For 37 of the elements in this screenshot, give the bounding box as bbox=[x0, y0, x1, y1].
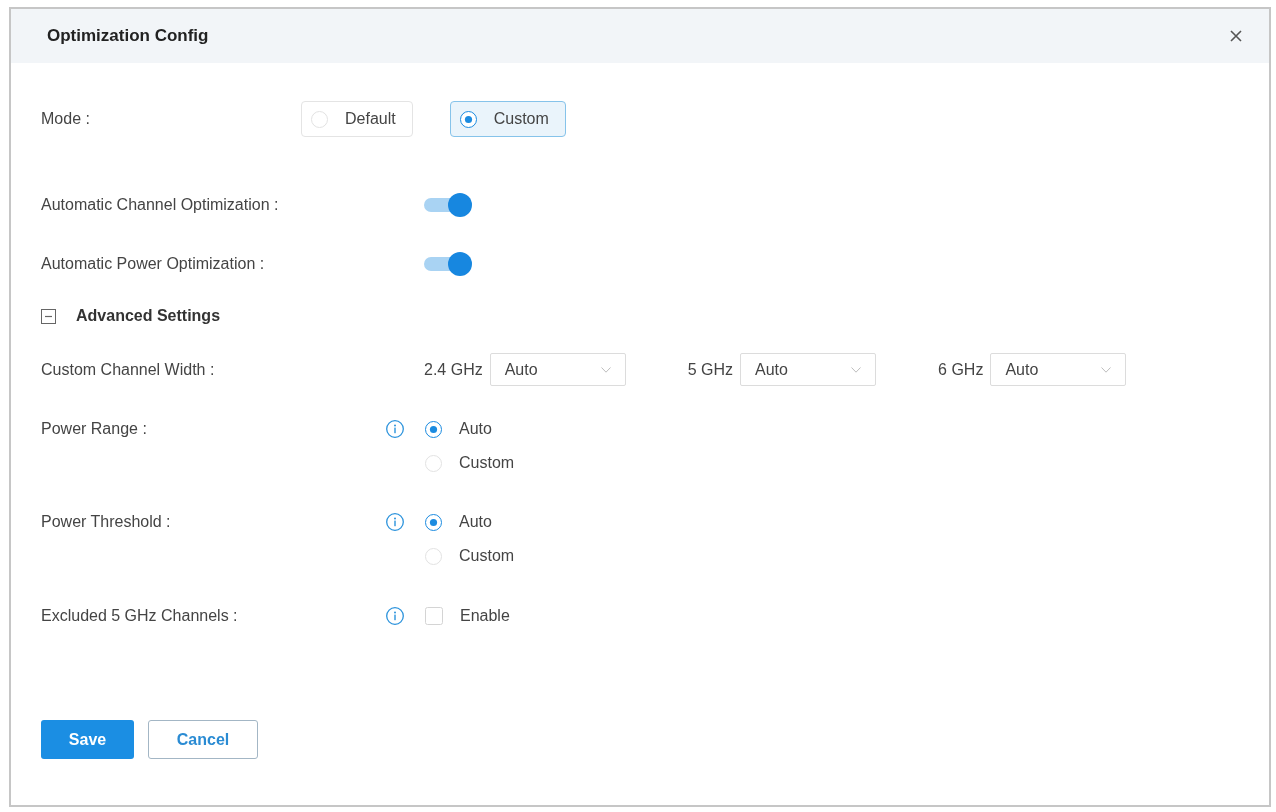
field-label: Custom Channel Width : bbox=[41, 359, 216, 380]
band-label: 2.4 GHz bbox=[424, 360, 483, 379]
radio-option[interactable]: Auto bbox=[425, 505, 515, 539]
field-label: Automatic Channel Optimization : bbox=[41, 195, 280, 215]
select-field[interactable]: Auto bbox=[489, 353, 626, 386]
section-title: Advanced Settings bbox=[76, 307, 221, 325]
cancel-button[interactable]: Cancel bbox=[148, 720, 258, 759]
field-label: Power Range : bbox=[41, 419, 148, 439]
field-label: Excluded 5 GHz Channels : bbox=[41, 606, 239, 626]
radio-option[interactable]: Custom bbox=[425, 446, 515, 480]
field-label: Automatic Power Optimization : bbox=[41, 254, 266, 274]
info-icon[interactable] bbox=[386, 420, 404, 438]
checkbox-icon[interactable] bbox=[425, 607, 443, 625]
radio-icon[interactable] bbox=[425, 420, 442, 438]
chevron-down-icon bbox=[600, 366, 611, 373]
close-icon[interactable] bbox=[1230, 30, 1242, 42]
radio-icon[interactable] bbox=[459, 110, 477, 128]
field-label: Power Threshold : bbox=[41, 512, 172, 532]
checkbox-option[interactable]: Enable bbox=[425, 599, 510, 633]
radio-option[interactable]: Auto bbox=[425, 412, 515, 446]
collapse-icon[interactable] bbox=[41, 308, 56, 324]
mode-option-button[interactable]: Default bbox=[301, 101, 413, 137]
chevron-down-icon bbox=[851, 366, 862, 373]
info-icon[interactable] bbox=[386, 607, 404, 625]
radio-option[interactable]: Custom bbox=[425, 539, 515, 573]
dialog-title: Optimization Config bbox=[47, 26, 209, 46]
mode-option-button[interactable]: Custom bbox=[449, 101, 566, 137]
band-label: 6 GHz bbox=[938, 360, 984, 379]
band-label: 5 GHz bbox=[687, 360, 734, 379]
select-field[interactable]: Auto bbox=[740, 353, 877, 386]
radio-icon[interactable] bbox=[425, 513, 442, 531]
field-label: Mode : bbox=[41, 109, 91, 129]
info-icon[interactable] bbox=[386, 513, 404, 531]
toggle-switch[interactable] bbox=[424, 252, 472, 276]
chevron-down-icon bbox=[1101, 366, 1112, 373]
toggle-switch[interactable] bbox=[424, 193, 472, 217]
select-field[interactable]: Auto bbox=[990, 353, 1127, 386]
